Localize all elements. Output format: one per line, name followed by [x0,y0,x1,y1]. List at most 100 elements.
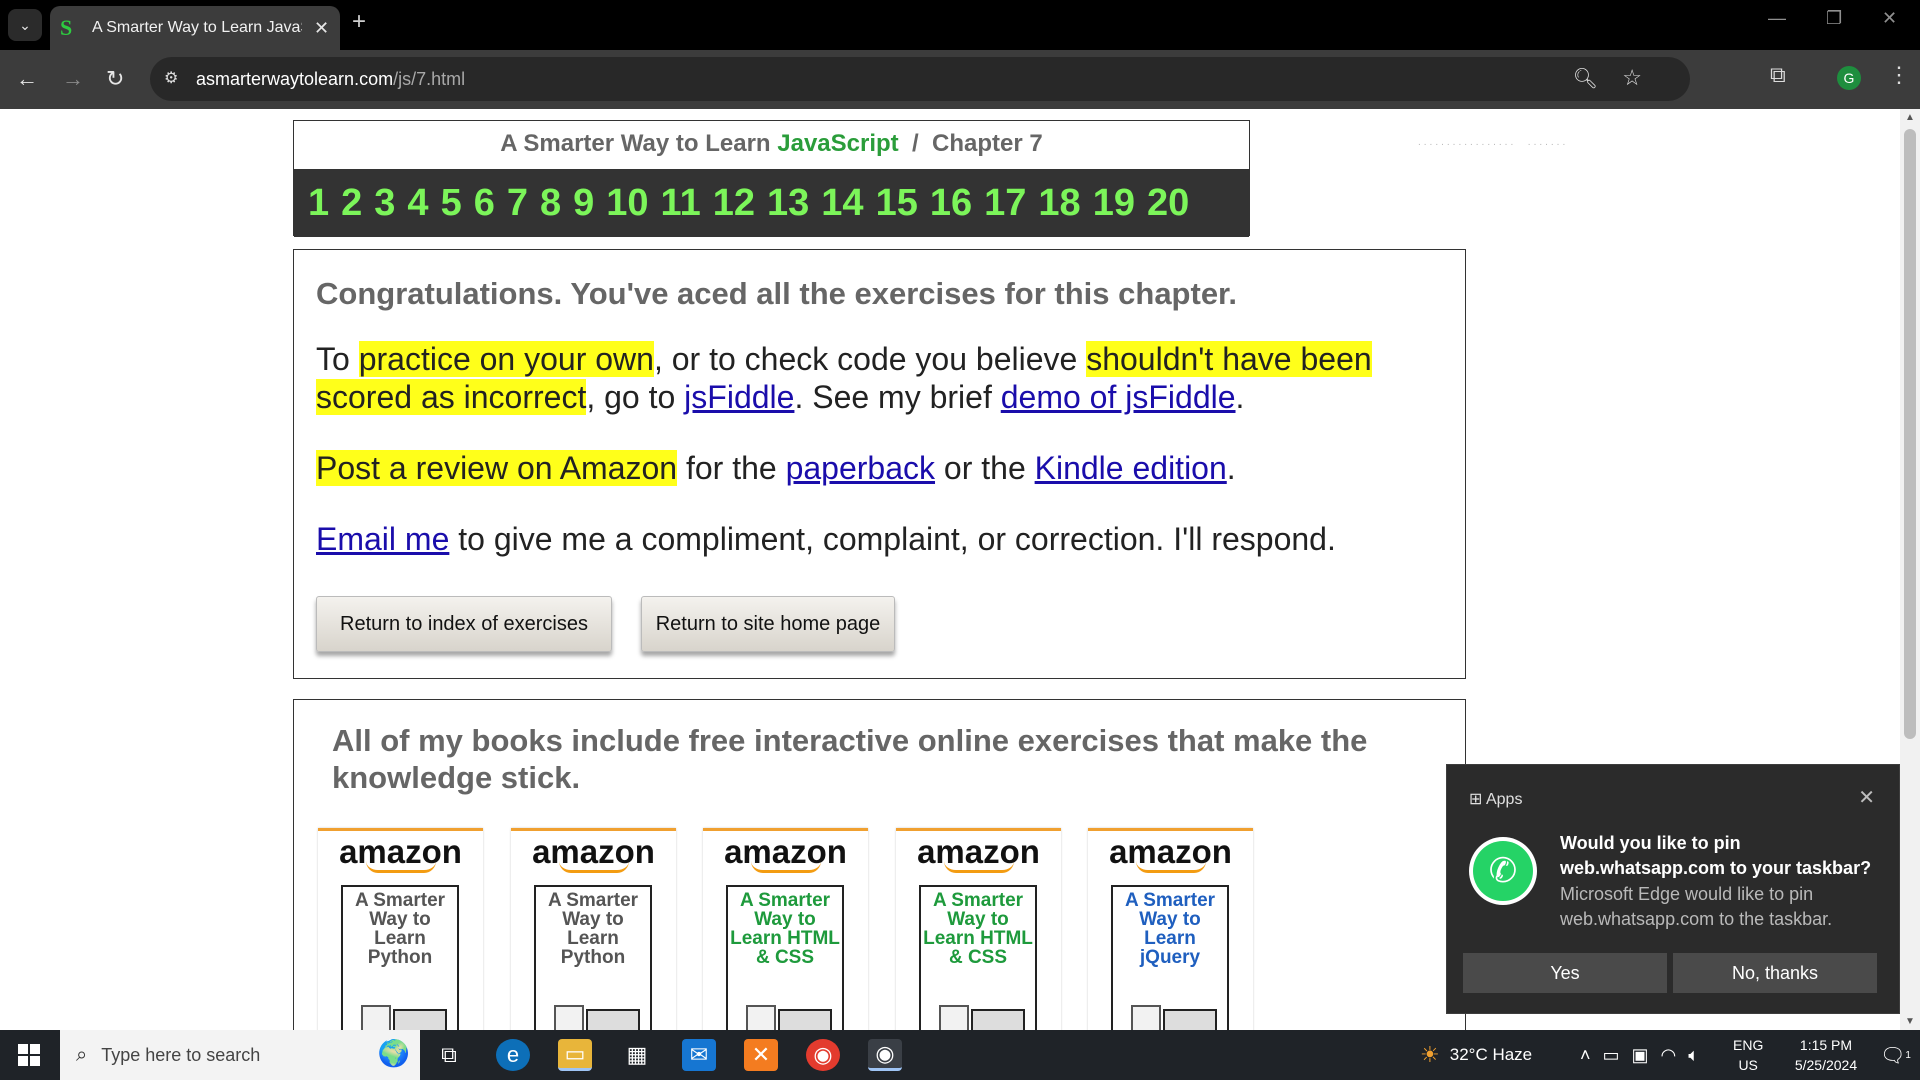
profile-avatar[interactable]: G [1837,66,1861,90]
chapter-link[interactable]: 4 [407,182,428,225]
chapter-link[interactable]: 20 [1147,182,1189,225]
jsfiddle-link[interactable]: jsFiddle [684,379,794,415]
book-card[interactable]: amazon A Smarter Way to Learn HTML & CSS [703,828,868,1030]
chapter-link[interactable]: 12 [713,182,755,225]
chapter-link[interactable]: 10 [606,182,648,225]
return-index-button[interactable]: Return to index of exercises [316,596,612,652]
jsfiddle-demo-link[interactable]: demo of jsFiddle [1001,379,1236,415]
amazon-logo: amazon [1109,833,1232,870]
review-paragraph: Post a review on Amazon for the paperbac… [316,449,1443,487]
chapter-link[interactable]: 6 [474,182,495,225]
restore-icon[interactable]: ❐ [1826,8,1842,29]
chapter-link[interactable]: 17 [984,182,1026,225]
chrome-icon[interactable]: ◉ [806,1039,840,1071]
email-link[interactable]: Email me [316,521,449,557]
chapter-link[interactable]: 3 [374,182,395,225]
minimize-icon[interactable]: — [1768,8,1786,29]
tab-search-button[interactable]: ⌄ [8,9,42,41]
chapter-link[interactable]: 1 [308,182,329,225]
phone-icon: ✆ [1473,841,1533,901]
chapter-link[interactable]: 18 [1038,182,1080,225]
xampp-icon[interactable]: ✕ [744,1039,778,1071]
close-icon[interactable]: ✕ [1858,785,1875,810]
store-icon[interactable]: ▦ [620,1039,654,1071]
volume-icon[interactable]: 🔈︎ [1688,1045,1699,1066]
chapter-link[interactable]: 8 [540,182,561,225]
chapter-link[interactable]: 7 [507,182,528,225]
notification-center-icon[interactable]: 🗨︎ 1 [1880,1030,1911,1080]
weather-widget[interactable]: ☀ 32°C Haze [1420,1030,1532,1080]
kindle-link[interactable]: Kindle edition [1035,450,1227,486]
close-window-icon[interactable]: ✕ [1882,8,1897,29]
page-scrollbar[interactable]: ▲ ▼ [1900,109,1920,1030]
amazon-logo: amazon [917,833,1040,870]
active-tab[interactable]: S A Smarter Way to Learn JavaScript ✕ [50,6,340,50]
back-icon[interactable]: ← [16,66,38,92]
language-indicator[interactable]: ENG US [1733,1030,1763,1080]
chapter-link[interactable]: 13 [767,182,809,225]
amazon-logo: amazon [532,833,655,870]
amazon-logo: amazon [724,833,847,870]
congrats-heading: Congratulations. You've aced all the exe… [316,276,1238,311]
address-bar[interactable]: ⚙ asmarterwaytolearn.com/js/7.html 🔍︎ ☆ [150,57,1690,101]
wifi-icon[interactable]: ◠ [1661,1045,1677,1066]
site-info-icon[interactable]: ⚙ [164,68,178,88]
chevron-down-icon: ⌄ [19,16,31,33]
reload-icon[interactable]: ↻ [106,66,124,92]
chrome-profile-icon[interactable]: ◉ [868,1039,902,1071]
chapter-header: A Smarter Way to Learn JavaScript / Chap… [293,120,1250,237]
start-button[interactable] [18,1044,40,1066]
new-tab-button[interactable]: + [352,8,366,36]
url-text[interactable]: asmarterwaytolearn.com/js/7.html [196,69,465,90]
scrollbar-thumb[interactable] [1904,129,1916,739]
scroll-down-icon[interactable]: ▼ [1905,1016,1915,1027]
chapter-link[interactable]: 16 [930,182,972,225]
devices-icon [931,1005,1027,1030]
devices-icon [546,1005,642,1030]
tray-icons[interactable]: ˄ ▭ ▣ ◠ 🔈︎ [1580,1030,1699,1080]
extensions-icon[interactable]: ⧉ [1770,62,1786,88]
battery-icon[interactable]: ▭ [1603,1045,1620,1066]
book-title: A Smarter Way to Learn Python [354,890,446,968]
chapter-link[interactable]: 11 [661,182,701,225]
mail-icon[interactable]: ✉ [682,1039,716,1071]
notification-app-label: ⊞ Apps [1469,791,1523,808]
book-cover: A Smarter Way to Learn Python [341,885,459,1030]
chapter-link[interactable]: 15 [876,182,918,225]
no-thanks-button[interactable]: No, thanks [1673,953,1877,993]
yes-button[interactable]: Yes [1463,953,1667,993]
book-cover: A Smarter Way to Learn Python [534,885,652,1030]
return-home-button[interactable]: Return to site home page [641,596,895,652]
text: To [316,341,359,377]
search-placeholder: Type here to search [101,1044,261,1065]
book-card[interactable]: amazon A Smarter Way to Learn HTML & CSS [896,828,1061,1030]
chapter-link[interactable]: 19 [1093,182,1135,225]
tab-close-icon[interactable]: ✕ [314,18,329,39]
zoom-icon[interactable]: 🔍︎ [1573,66,1598,91]
book-card[interactable]: amazon A Smarter Way to Learn Python [511,828,676,1030]
book-title: A Smarter Way to Learn jQuery [1124,890,1216,968]
paperback-link[interactable]: paperback [786,450,935,486]
chapter-label: Chapter 7 [932,130,1043,157]
scroll-up-icon[interactable]: ▲ [1905,112,1915,123]
chapter-link[interactable]: 5 [441,182,462,225]
file-explorer-icon[interactable]: ▭ [558,1039,592,1071]
chapter-link[interactable]: 14 [821,182,863,225]
chapter-link[interactable]: 2 [341,182,362,225]
book-cover: A Smarter Way to Learn jQuery [1111,885,1229,1030]
clock-time: 1:15 PM [1799,1037,1853,1053]
edge-icon[interactable]: e [496,1039,530,1071]
taskbar-search[interactable]: ⌕ Type here to search 🌍 [60,1030,420,1080]
browser-menu-icon[interactable]: ⋮ [1888,62,1910,88]
site-favicon-icon: S [60,15,73,40]
task-view-icon[interactable]: ⧉ [432,1039,466,1071]
chevron-up-icon[interactable]: ˄ [1580,1045,1591,1066]
forward-icon[interactable]: → [62,66,84,92]
bookmark-star-icon[interactable]: ☆ [1622,65,1642,91]
book-card[interactable]: amazon A Smarter Way to Learn Python [318,828,483,1030]
chapter-link[interactable]: 9 [573,182,594,225]
book-card[interactable]: amazon A Smarter Way to Learn jQuery [1088,828,1253,1030]
meet-icon[interactable]: ▣ [1632,1045,1649,1066]
clock[interactable]: 1:15 PM 5/25/2024 [1776,1030,1876,1080]
url-path: /js/7.html [393,69,466,89]
